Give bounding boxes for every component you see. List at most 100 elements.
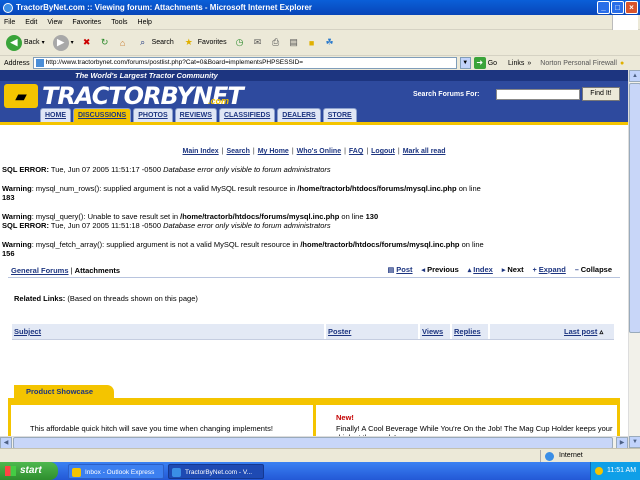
go-label: Go xyxy=(487,59,498,67)
outlook-icon xyxy=(72,468,81,477)
start-button[interactable]: start xyxy=(0,462,58,480)
forward-button[interactable]: ▶ ▾ xyxy=(51,33,76,53)
nav-dealers[interactable]: DEALERS xyxy=(277,108,321,122)
warning-label: Warning xyxy=(2,240,32,249)
column-views[interactable]: Views xyxy=(420,324,452,339)
menu-edit[interactable]: Edit xyxy=(25,19,37,26)
menu-tools[interactable]: Tools xyxy=(111,19,127,26)
plus-icon: + xyxy=(532,267,537,274)
address-label: Address xyxy=(4,59,30,67)
error-time: Tue, Jun 07 2005 11:51:17 -0500 xyxy=(50,165,161,174)
nav-classifieds[interactable]: CLASSIFIEDS xyxy=(218,108,276,122)
column-subject[interactable]: Subject xyxy=(12,324,326,339)
system-tray: 11:51 AM xyxy=(590,462,640,480)
find-it-button[interactable]: Find It! xyxy=(582,87,620,101)
breadcrumb-general-forums[interactable]: General Forums xyxy=(11,266,69,275)
breadcrumb-trail: General Forums | Attachments xyxy=(11,266,120,275)
taskbar-item-label: TractorByNet.com - V... xyxy=(185,469,253,476)
ie-icon xyxy=(3,3,13,13)
warning-line-text: on line xyxy=(461,240,484,249)
tractor-logo-icon[interactable]: ▰ xyxy=(4,84,38,108)
previous-button[interactable]: ◂ Previous xyxy=(422,265,459,274)
mail-icon[interactable]: ✉ xyxy=(251,36,265,50)
go-button[interactable]: ➜ Go xyxy=(473,57,498,69)
scroll-up-icon[interactable]: ▲ xyxy=(629,70,640,82)
warning-line: 183 xyxy=(2,193,15,202)
refresh-icon[interactable]: ↻ xyxy=(98,36,112,50)
link-mark-all-read[interactable]: Mark all read xyxy=(403,148,446,155)
maximize-button[interactable]: □ xyxy=(611,1,624,14)
links-button[interactable]: Links xyxy=(508,60,524,67)
search-button[interactable]: ⌕ Search xyxy=(134,33,176,53)
close-button[interactable]: × xyxy=(625,1,638,14)
site-tagline: The World's Largest Tractor Community xyxy=(0,70,628,81)
chevron-right-icon[interactable]: » xyxy=(527,60,531,67)
column-last-post[interactable]: Last post ▵ xyxy=(490,324,614,339)
post-label: Post xyxy=(396,265,413,274)
messenger-icon[interactable]: ☘ xyxy=(323,36,337,50)
link-main-index[interactable]: Main Index xyxy=(182,148,218,155)
forward-arrow-icon: ▶ xyxy=(52,34,69,51)
address-input[interactable]: http://www.tractorbynet.com/forums/postl… xyxy=(32,57,457,69)
chevron-down-icon: ▾ xyxy=(70,40,74,46)
link-logout[interactable]: Logout xyxy=(371,148,395,155)
taskbar-item-ie[interactable]: TractorByNet.com - V... xyxy=(168,464,264,479)
warning-text: : mysql_query(): Unable to save result s… xyxy=(31,212,179,221)
tray-icon[interactable] xyxy=(595,467,603,475)
nav-photos[interactable]: PHOTOS xyxy=(133,108,173,122)
link-search[interactable]: Search xyxy=(227,148,250,155)
nav-reviews[interactable]: REVIEWS xyxy=(174,108,217,122)
product-showcase-tab: Product Showcase xyxy=(14,385,114,398)
window-title: TractorByNet.com :: Viewing forum: Attac… xyxy=(16,3,313,12)
warning-line-text: on line xyxy=(341,212,364,221)
column-replies[interactable]: Replies xyxy=(452,324,490,339)
status-bar: Internet xyxy=(0,448,640,462)
menu-view[interactable]: View xyxy=(47,19,62,26)
discuss-icon[interactable]: ■ xyxy=(305,36,319,50)
warning-text: : mysql_fetch_array(): supplied argument… xyxy=(31,240,299,249)
link-faq[interactable]: FAQ xyxy=(349,148,363,155)
post-button[interactable]: ▤ Post xyxy=(388,265,413,274)
nav-home[interactable]: HOME xyxy=(40,108,71,122)
back-button[interactable]: ◀ Back ▾ xyxy=(4,33,47,53)
vertical-scroll-thumb[interactable] xyxy=(629,83,640,333)
next-label: Next xyxy=(507,265,524,274)
favorites-button[interactable]: ★ Favorites xyxy=(180,33,229,53)
warning-label: Warning xyxy=(2,184,32,193)
nav-discussions[interactable]: DISCUSSIONS xyxy=(73,108,132,122)
link-whos-online[interactable]: Who's Online xyxy=(297,148,341,155)
next-button[interactable]: ▸ Next xyxy=(502,265,524,274)
globe-icon xyxy=(545,452,554,461)
thread-table-divider xyxy=(12,339,614,340)
norton-icon[interactable]: ● xyxy=(620,60,624,67)
stop-icon[interactable]: ✖ xyxy=(80,36,94,50)
expand-button[interactable]: + Expand xyxy=(533,265,566,274)
home-icon[interactable]: ⌂ xyxy=(116,36,130,50)
warning-path: /home/tractorb/htdocs/forums/mysql.inc.p… xyxy=(300,240,460,249)
address-dropdown-button[interactable]: ▼ xyxy=(459,57,471,69)
arrow-up-icon: ▴ xyxy=(467,267,472,274)
collapse-button[interactable]: – Collapse xyxy=(575,265,612,274)
history-icon[interactable]: ◷ xyxy=(233,36,247,50)
post-icon: ▤ xyxy=(387,267,395,274)
nav-store[interactable]: STORE xyxy=(322,108,357,122)
menu-bar: File Edit View Favorites Tools Help xyxy=(0,15,640,30)
norton-toolbar[interactable]: Norton Personal Firewall xyxy=(540,60,617,67)
showcase-left-text[interactable]: This affordable quick hitch will save yo… xyxy=(30,424,290,433)
scroll-down-icon[interactable]: ▼ xyxy=(629,436,640,448)
print-icon[interactable]: ⎙ xyxy=(269,36,283,50)
menu-favorites[interactable]: Favorites xyxy=(72,19,101,26)
taskbar-item-outlook[interactable]: Inbox - Outlook Express xyxy=(68,464,164,479)
menu-file[interactable]: File xyxy=(4,19,15,26)
link-my-home[interactable]: My Home xyxy=(258,148,289,155)
column-poster[interactable]: Poster xyxy=(326,324,420,339)
menu-help[interactable]: Help xyxy=(138,19,152,26)
minimize-button[interactable]: _ xyxy=(597,1,610,14)
search-forums-input[interactable] xyxy=(496,89,580,100)
edit-icon[interactable]: ▤ xyxy=(287,36,301,50)
horizontal-scrollbar[interactable]: ◀ ▶ xyxy=(0,436,628,449)
index-button[interactable]: ▴ Index xyxy=(468,265,493,274)
minus-icon: – xyxy=(574,267,579,274)
start-label: start xyxy=(20,465,42,476)
vertical-scrollbar[interactable]: ▲ ▼ xyxy=(628,70,640,448)
